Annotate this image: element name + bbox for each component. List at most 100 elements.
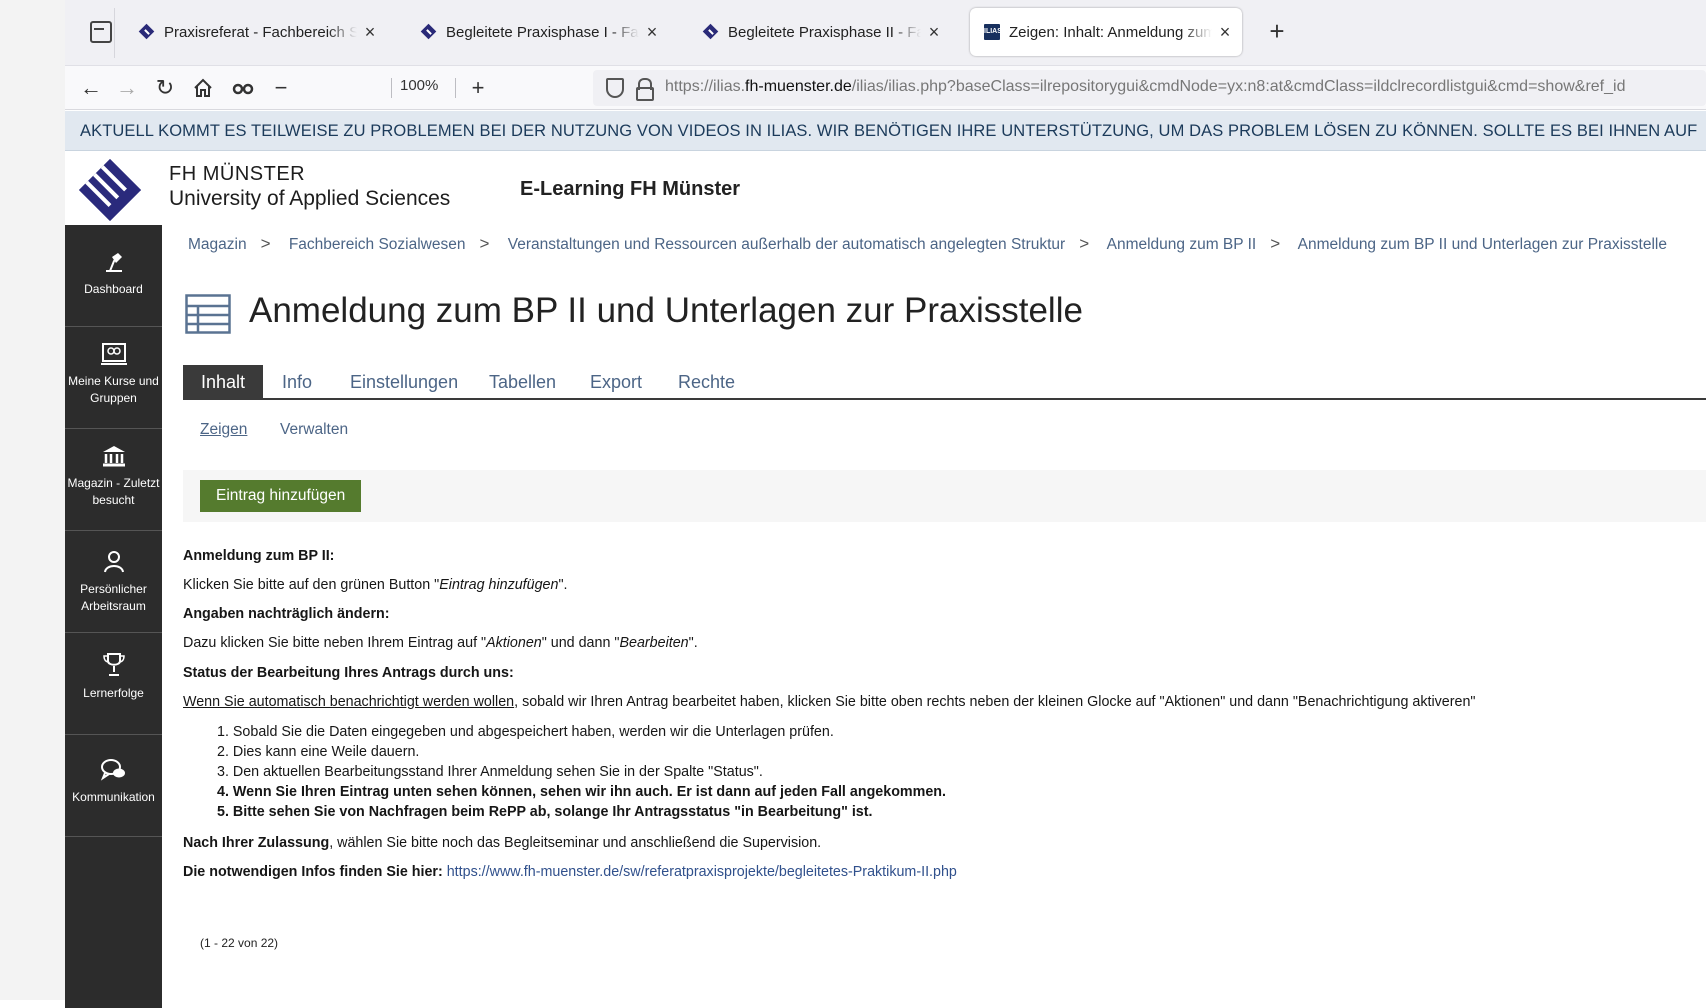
subtab-zeigen[interactable]: Zeigen (200, 421, 247, 439)
sidebar-item-repository[interactable]: Magazin - Zuletzt besucht (65, 429, 162, 531)
text: , sobald wir Ihren Antrag bearbeitet hab… (514, 694, 1476, 710)
org-name: FH MÜNSTER (169, 163, 306, 185)
forward-button[interactable]: → (111, 72, 143, 104)
back-button[interactable]: ← (75, 72, 107, 104)
sidebar-item-achievements[interactable]: Lernerfolge (65, 633, 162, 735)
tab-title: Zeigen: Inhalt: Anmeldung zum BP II (1009, 23, 1212, 41)
paragraph: Dazu klicken Sie bitte neben Ihrem Eintr… (183, 635, 698, 651)
browser-tab-1[interactable]: Praxisreferat - Fachbereich Sozialwesen … (125, 8, 387, 56)
sidebar-item-label: Lernerfolge (83, 686, 144, 700)
text: " und dann " (541, 635, 620, 651)
object-tabs: Inhalt Info Einstellungen Tabellen Expor… (183, 365, 1706, 400)
breadcrumb-link[interactable]: Magazin (188, 236, 247, 253)
list-item: 3. Den aktuellen Bearbeitungsstand Ihrer… (217, 764, 763, 780)
close-tab-icon[interactable]: × (643, 22, 661, 43)
tab-einstellungen[interactable]: Einstellungen (332, 365, 476, 399)
url-prefix: https://ilias. (665, 78, 746, 95)
tab-tabellen[interactable]: Tabellen (471, 365, 574, 399)
close-tab-icon[interactable]: × (1216, 22, 1234, 43)
section-heading: Status der Bearbeitung Ihres Antrags dur… (183, 665, 514, 681)
notification-link[interactable]: Wenn Sie automatisch benachrichtigt werd… (183, 694, 514, 710)
text-bold: Die notwendigen Infos finden Sie hier: (183, 864, 447, 880)
tab-inhalt[interactable]: Inhalt (183, 365, 264, 399)
address-bar[interactable]: https://ilias.fh-muenster.de/ilias/ilias… (593, 70, 1706, 106)
text-emphasis: Aktionen (486, 635, 542, 651)
dashboard-icon (105, 253, 122, 272)
sidebar-item-label: Persönlicher Arbeitsraum (80, 582, 147, 613)
breadcrumb-link[interactable]: Fachbereich Sozialwesen (289, 236, 466, 253)
action-toolbar: Eintrag hinzufügen (183, 470, 1706, 522)
data-collection-icon (185, 294, 231, 334)
tab-rechte[interactable]: Rechte (660, 365, 753, 399)
info-link[interactable]: https://www.fh-muenster.de/sw/referatpra… (447, 864, 957, 880)
sidebar-item-label: Magazin - Zuletzt besucht (67, 476, 160, 507)
system-announcement-banner: AKTUELL KOMMT ES TEILWEISE ZU PROBLEMEN … (65, 111, 1706, 151)
list-item: 1. Sobald Sie die Daten eingegeben und a… (217, 724, 834, 740)
site-title[interactable]: E-Learning FH Münster (520, 178, 740, 201)
breadcrumb-link[interactable]: Anmeldung zum BP II (1107, 236, 1257, 253)
screen: { "browser": { "tabs": [ {"title": "Prax… (0, 0, 1706, 1008)
url-text[interactable]: https://ilias.fh-muenster.de/ilias/ilias… (665, 78, 1625, 96)
tab-separator (114, 8, 115, 58)
sidebar-item-courses[interactable]: Meine Kurse und Gruppen (65, 327, 162, 429)
navigation-toolbar: ← → ↻ − 100% + https://ilias.fh-muenster… (65, 66, 1706, 110)
tab-export[interactable]: Export (572, 365, 660, 399)
paragraph: Die notwendigen Infos finden Sie hier: h… (183, 864, 957, 880)
diamond-favicon-icon (703, 24, 719, 40)
add-entry-button[interactable]: Eintrag hinzufügen (200, 480, 362, 512)
tab-strip: Praxisreferat - Fachbereich Sozialwesen … (65, 0, 1706, 66)
breadcrumb-link[interactable]: Anmeldung zum BP II und Unterlagen zur P… (1298, 236, 1667, 253)
fh-muenster-logo-icon[interactable] (79, 159, 141, 221)
list-item: 4. Wenn Sie Ihren Eintrag unten sehen kö… (217, 784, 947, 800)
chevron-right-icon: > (479, 234, 490, 253)
extension-button[interactable] (227, 72, 259, 104)
list-all-tabs-icon[interactable] (87, 18, 113, 44)
close-tab-icon[interactable]: × (925, 22, 943, 43)
sidebar-item-communication[interactable]: Kommunikation (65, 735, 162, 837)
new-tab-button[interactable]: + (1260, 14, 1294, 48)
text: , wählen Sie bitte noch das Begleitsemin… (329, 835, 822, 851)
text: ". (688, 635, 698, 651)
person-icon (103, 551, 124, 573)
sidebar-item-workspace[interactable]: Persönlicher Arbeitsraum (65, 531, 162, 633)
paragraph: Wenn Sie automatisch benachrichtigt werd… (183, 694, 1475, 710)
site-header: FH MÜNSTER University of Applied Science… (65, 151, 1706, 225)
sidebar-item-dashboard[interactable]: Dashboard (65, 225, 162, 327)
paragraph: Klicken Sie bitte auf den grünen Button … (183, 577, 568, 593)
breadcrumb-link[interactable]: Veranstaltungen und Ressourcen außerhalb… (508, 236, 1066, 253)
home-button[interactable] (187, 72, 219, 104)
home-icon (194, 78, 212, 97)
subtab-verwalten[interactable]: Verwalten (280, 421, 348, 439)
diamond-favicon-icon (421, 24, 437, 40)
browser-window: Praxisreferat - Fachbereich Sozialwesen … (65, 0, 1706, 1008)
tracking-protection-shield-icon[interactable] (605, 77, 624, 99)
tab-info[interactable]: Info (264, 365, 330, 399)
lock-icon[interactable] (635, 78, 654, 101)
browser-tab-4-active[interactable]: ILIAS Zeigen: Inhalt: Anmeldung zum BP I… (970, 8, 1242, 56)
zoom-level[interactable]: 100% (400, 77, 438, 94)
ilias-favicon-icon: ILIAS (984, 24, 1002, 40)
chevron-right-icon: > (260, 234, 271, 253)
close-tab-icon[interactable]: × (361, 22, 379, 43)
glasses-icon (232, 83, 254, 95)
paragraph: Nach Ihrer Zulassung, wählen Sie bitte n… (183, 835, 821, 851)
tab-title: Begleitete Praxisphase II - Fachbereich (728, 23, 921, 41)
main-sidebar: Dashboard Meine Kurse und Gruppen Magazi… (65, 225, 162, 1008)
browser-tab-3[interactable]: Begleitete Praxisphase II - Fachbereich … (689, 8, 951, 56)
zoom-separator (455, 78, 456, 98)
text: Dazu klicken Sie bitte neben Ihrem Eintr… (183, 635, 487, 651)
diamond-favicon-icon (139, 24, 155, 40)
reload-button[interactable]: ↻ (149, 72, 181, 104)
desktop-left-strip (0, 0, 65, 1008)
desktop-bottom-strip (0, 1000, 65, 1008)
zoom-in-button[interactable]: + (462, 72, 494, 104)
record-count: (1 - 22 von 22) (200, 936, 279, 950)
page-title: Anmeldung zum BP II und Unterlagen zur P… (249, 291, 1083, 330)
section-heading: Anmeldung zum BP II: (183, 548, 335, 564)
zoom-out-button[interactable]: − (265, 72, 297, 104)
org-subtitle: University of Applied Sciences (169, 187, 451, 210)
sidebar-item-label: Kommunikation (72, 790, 155, 804)
breadcrumb: Magazin > Fachbereich Sozialwesen > Verans… (188, 234, 1681, 254)
list-item: 5. Bitte sehen Sie von Nachfragen beim R… (217, 804, 873, 820)
browser-tab-2[interactable]: Begleitete Praxisphase I - Fachbereich × (407, 8, 669, 56)
